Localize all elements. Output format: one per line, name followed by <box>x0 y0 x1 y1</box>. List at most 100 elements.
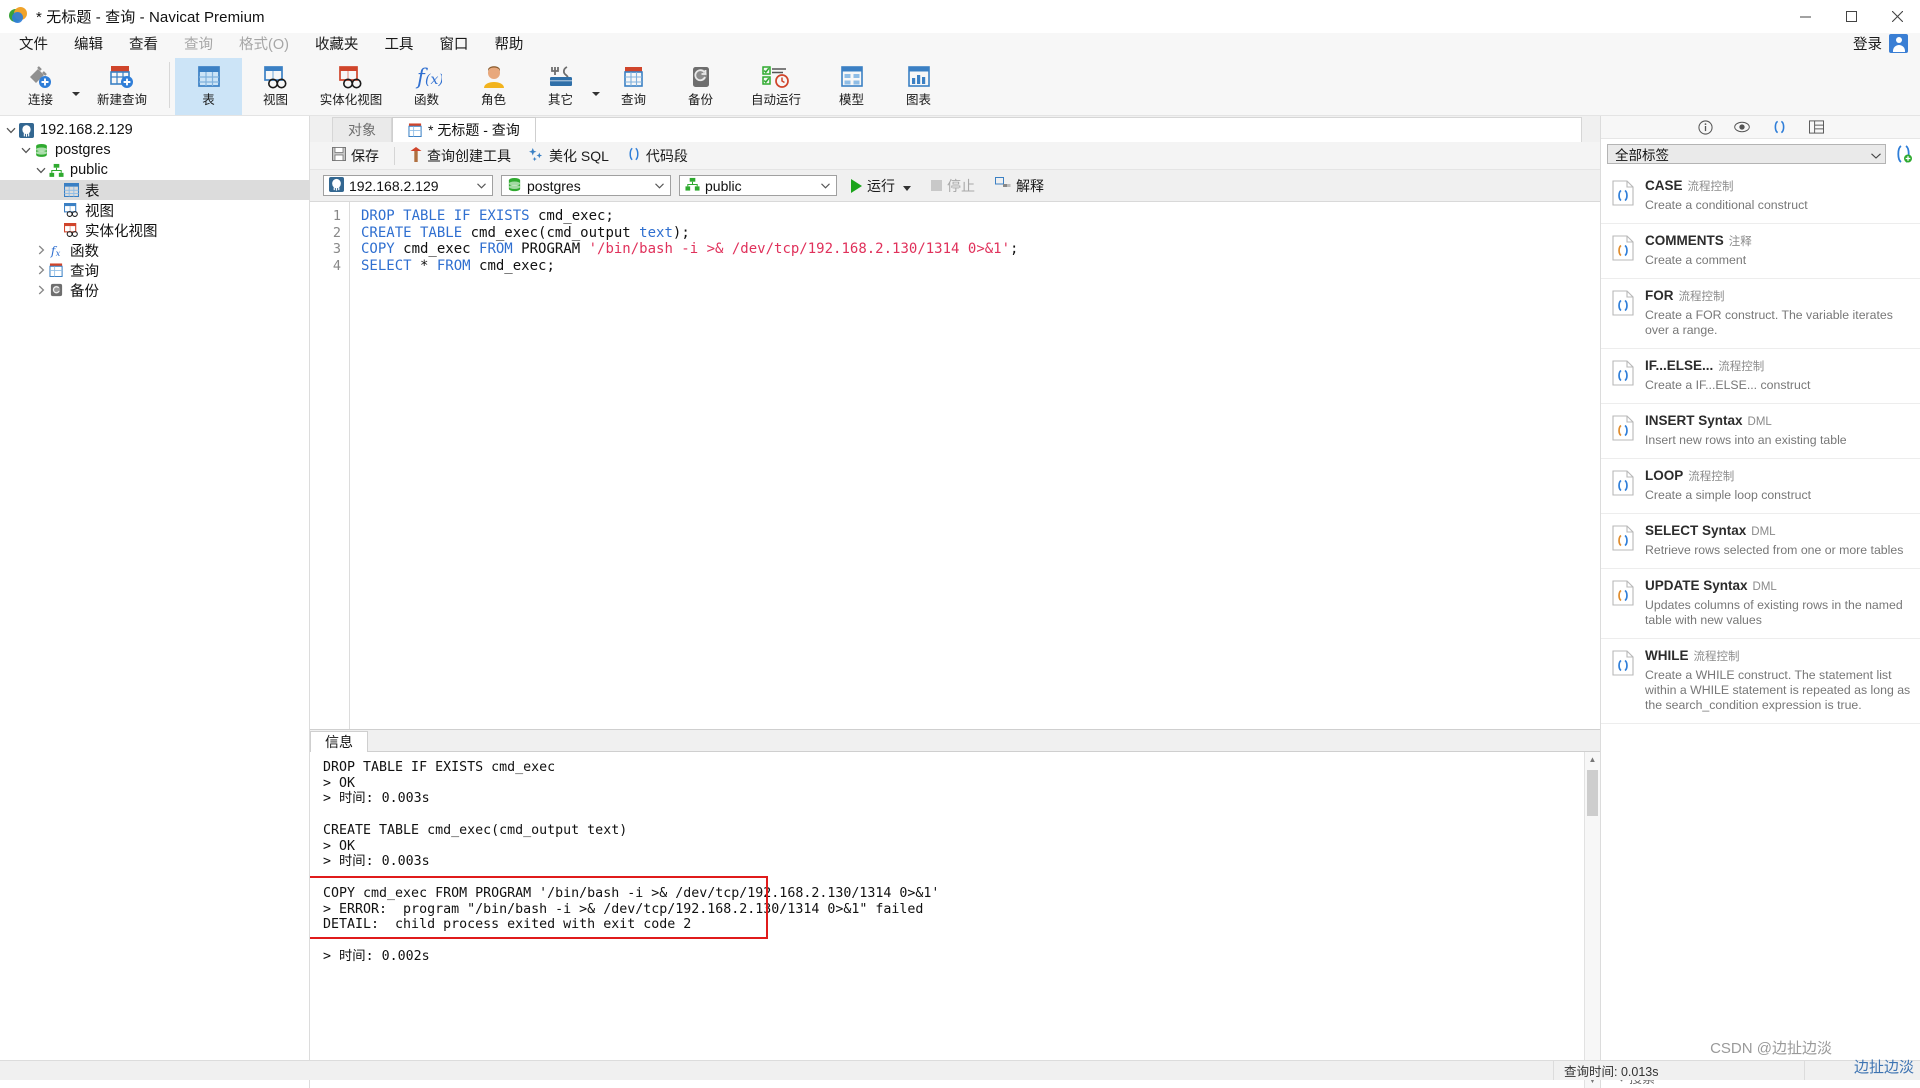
chevron-down-icon[interactable] <box>19 143 33 157</box>
menu-item-8[interactable]: 帮助 <box>481 33 536 58</box>
tree-item-3[interactable]: 表 <box>0 180 309 200</box>
add-snippet-button[interactable] <box>1892 145 1914 163</box>
snippet-description: Create a FOR construct. The variable ite… <box>1645 308 1912 338</box>
result-scrollbar[interactable]: ▲ ▼ <box>1584 752 1600 1088</box>
query-toolbar-save[interactable]: 保存 <box>323 144 388 168</box>
query-toolbar-query-builder[interactable]: 查询创建工具 <box>401 144 520 168</box>
document-tab-1[interactable]: * 无标题 - 查询 <box>392 117 536 142</box>
chevron-down-icon[interactable] <box>34 163 48 177</box>
toolbar-button-query[interactable]: 查询 <box>600 58 667 115</box>
chevron-down-icon[interactable] <box>592 92 600 96</box>
table-icon <box>195 62 223 92</box>
toolbar-button-connection[interactable]: 连接 <box>7 58 74 115</box>
tree-item-0[interactable]: 192.168.2.129 <box>0 120 309 140</box>
toolbar-button-view[interactable]: 视图 <box>242 58 309 115</box>
snippet-item-8[interactable]: WHILE流程控制Create a WHILE construct. The s… <box>1601 639 1920 724</box>
tree-item-4[interactable]: 视图 <box>0 200 309 220</box>
toolbar-button-backup[interactable]: 备份 <box>667 58 734 115</box>
tree-item-label: 备份 <box>70 280 99 301</box>
toolbar-button-function[interactable]: f(x)函数 <box>393 58 460 115</box>
view-icon <box>63 203 80 218</box>
sql-line-4: SELECT * FROM cmd_exec; <box>361 258 1600 275</box>
tab-info[interactable]: 信息 <box>310 731 368 752</box>
toolbar-button-materialized-view[interactable]: 实体化视图 <box>309 58 393 115</box>
tree-item-2[interactable]: public <box>0 160 309 180</box>
snippet-description: Create a comment <box>1645 253 1912 268</box>
toolbar-button-other-tools[interactable]: 其它 <box>527 58 594 115</box>
sql-editor[interactable]: 1234 DROP TABLE IF EXISTS cmd_exec;CREAT… <box>310 201 1600 729</box>
structure-icon[interactable] <box>1808 119 1825 136</box>
schema-selector[interactable]: public <box>679 175 837 196</box>
view-icon <box>262 62 290 92</box>
new-query-icon <box>107 62 137 92</box>
toolbar-button-role[interactable]: 角色 <box>460 58 527 115</box>
eye-icon[interactable] <box>1734 119 1751 136</box>
snippet-icon[interactable] <box>1771 119 1788 136</box>
toolbar-button-automation[interactable]: 自动运行 <box>734 58 818 115</box>
connection-selector[interactable]: 192.168.2.129 <box>323 175 493 196</box>
chevron-down-icon[interactable] <box>4 123 18 137</box>
snippet-icon <box>1612 235 1634 261</box>
snippet-item-6[interactable]: SELECT SyntaxDMLRetrieve rows selected f… <box>1601 514 1920 569</box>
snippet-tag: DML <box>1753 581 1777 593</box>
tree-item-7[interactable]: 查询 <box>0 260 309 280</box>
chevron-right-icon[interactable] <box>34 243 48 257</box>
snippet-tag-filter[interactable]: 全部标签 <box>1607 144 1886 164</box>
snippet-item-5[interactable]: LOOP流程控制Create a simple loop construct <box>1601 459 1920 514</box>
function-icon: f(x) <box>412 62 442 92</box>
line-number-1: 1 <box>310 208 349 225</box>
menu-item-2[interactable]: 查看 <box>116 33 171 58</box>
toolbar-button-chart[interactable]: 图表 <box>885 58 952 115</box>
watermark: CSDN @边扯边淡 <box>1710 1037 1832 1058</box>
snippet-item-1[interactable]: COMMENTS注释Create a comment <box>1601 224 1920 279</box>
minimize-button[interactable] <box>1782 0 1828 33</box>
toolbar-button-label: 新建查询 <box>97 93 147 107</box>
maximize-button[interactable] <box>1828 0 1874 33</box>
toolbar-button-label: 连接 <box>28 93 53 107</box>
query-toolbar-snippet[interactable]: 代码段 <box>618 144 697 168</box>
window-controls <box>1782 0 1920 33</box>
toolbar-button-label: 表 <box>202 93 215 107</box>
scrollbar-thumb[interactable] <box>1587 770 1598 816</box>
run-button[interactable]: 运行 <box>845 175 917 197</box>
toolbar-button-new-query[interactable]: 新建查询 <box>80 58 164 115</box>
menu-item-5[interactable]: 收藏夹 <box>302 33 372 58</box>
chevron-right-icon[interactable] <box>34 283 48 297</box>
toolbar-button-table[interactable]: 表 <box>175 58 242 115</box>
info-icon[interactable] <box>1697 119 1714 136</box>
toolbar-button-model[interactable]: 模型 <box>818 58 885 115</box>
document-tab-0[interactable]: 对象 <box>332 117 392 142</box>
menu-item-1[interactable]: 编辑 <box>61 33 116 58</box>
tree-item-1[interactable]: postgres <box>0 140 309 160</box>
snippet-tag: DML <box>1748 416 1772 428</box>
snippet-icon <box>1612 525 1634 551</box>
database-selector[interactable]: postgres <box>501 175 671 196</box>
close-button[interactable] <box>1874 0 1920 33</box>
snippet-icon <box>1612 580 1634 606</box>
chevron-down-icon <box>473 183 489 189</box>
toolbar-button-label: 视图 <box>263 93 288 107</box>
snippet-item-3[interactable]: IF...ELSE...流程控制Create a IF...ELSE... co… <box>1601 349 1920 404</box>
snippet-item-0[interactable]: CASE流程控制Create a conditional construct <box>1601 169 1920 224</box>
automation-icon <box>761 62 791 92</box>
tree-item-5[interactable]: 实体化视图 <box>0 220 309 240</box>
chevron-down-icon <box>1871 147 1881 162</box>
sql-token: SELECT <box>361 258 412 274</box>
menu-item-6[interactable]: 工具 <box>371 33 426 58</box>
tree-item-8[interactable]: 备份 <box>0 280 309 300</box>
scroll-up-icon[interactable]: ▲ <box>1585 752 1600 767</box>
tree-item-6[interactable]: fx函数 <box>0 240 309 260</box>
sql-code[interactable]: DROP TABLE IF EXISTS cmd_exec;CREATE TAB… <box>350 202 1600 729</box>
sql-token: cmd_exec(cmd_output <box>462 225 639 241</box>
login-area[interactable]: 登录 <box>1853 33 1908 54</box>
query-toolbar-beautify-sql[interactable]: 美化 SQL <box>520 144 618 168</box>
snippet-item-4[interactable]: INSERT SyntaxDMLInsert new rows into an … <box>1601 404 1920 459</box>
menu-item-0[interactable]: 文件 <box>6 33 61 58</box>
menu-item-7[interactable]: 窗口 <box>426 33 481 58</box>
snippet-item-2[interactable]: FOR流程控制Create a FOR construct. The varia… <box>1601 279 1920 349</box>
chevron-right-icon[interactable] <box>34 263 48 277</box>
sql-token: text <box>639 225 673 241</box>
snippet-item-7[interactable]: UPDATE SyntaxDMLUpdates columns of exist… <box>1601 569 1920 639</box>
explain-button[interactable]: 解释 <box>989 175 1050 197</box>
chevron-down-icon[interactable] <box>72 92 80 96</box>
